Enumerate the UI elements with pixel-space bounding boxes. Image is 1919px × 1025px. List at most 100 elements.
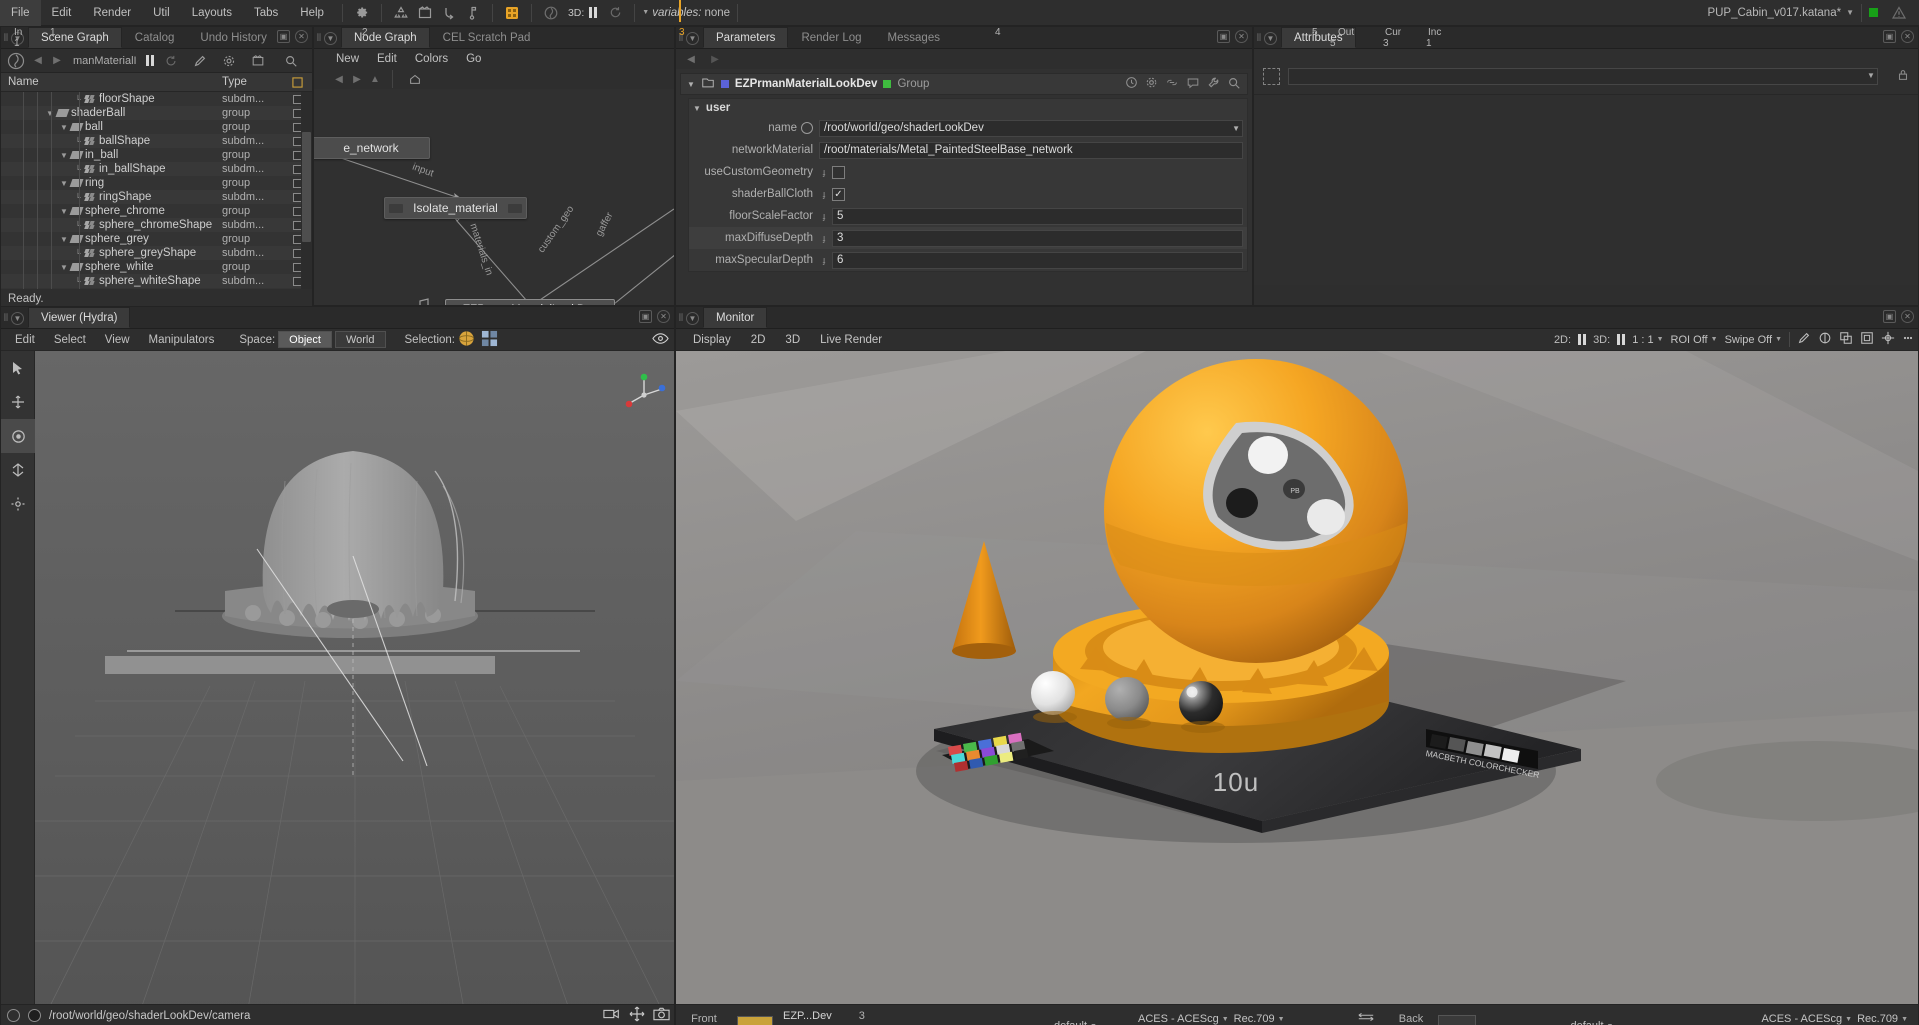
- ng-menu-colors[interactable]: Colors: [407, 49, 456, 69]
- viewer-menu-view[interactable]: View: [97, 334, 138, 346]
- monitor-maximize-icon[interactable]: ▣: [1883, 310, 1896, 323]
- tool-scale-icon[interactable]: [1, 453, 35, 487]
- front-default-dropdown[interactable]: default▼: [1054, 1020, 1097, 1025]
- viewer-grip-icon[interactable]: ⦀: [1, 308, 11, 328]
- viewer-menu-icon[interactable]: ▼: [11, 312, 24, 325]
- viewer-camera-lock-icon[interactable]: [28, 1009, 41, 1022]
- node-isolate-material[interactable]: Isolate_material: [384, 197, 527, 219]
- table-row[interactable]: ▼ sphere_white group: [1, 260, 312, 274]
- timeline-out-value[interactable]: 5: [1330, 38, 1336, 49]
- monitor-2d-pause-icon[interactable]: [1578, 334, 1587, 345]
- revert-icon[interactable]: [801, 122, 813, 134]
- monitor-menu-icon[interactable]: ▼: [686, 312, 699, 325]
- node-output-port[interactable]: [508, 203, 522, 213]
- viewer-camera-path[interactable]: /root/world/geo/shaderLookDev/camera: [49, 1010, 250, 1022]
- viewer-close-icon[interactable]: ✕: [657, 310, 670, 323]
- table-row[interactable]: └ sphere_greyShape subdm...: [1, 246, 312, 260]
- parameters-back-icon[interactable]: ◀: [684, 54, 698, 65]
- nav-back-icon[interactable]: ◀: [31, 55, 45, 66]
- scene-graph-tree[interactable]: └ floorShape subdm... ▼ shaderBall group ▼ ball…: [1, 92, 312, 289]
- tool-select-arrow-icon[interactable]: [1, 351, 35, 385]
- space-object-button[interactable]: Object: [278, 331, 332, 348]
- render-icon[interactable]: [500, 3, 524, 23]
- attributes-search-field[interactable]: [1288, 68, 1878, 85]
- viewer-maximize-icon[interactable]: ▣: [639, 310, 652, 323]
- column-header-name[interactable]: Name: [1, 76, 222, 88]
- scene-graph-search-icon[interactable]: [279, 51, 303, 71]
- ng-menu-new[interactable]: New: [328, 49, 367, 69]
- viewer-menu-edit[interactable]: Edit: [7, 334, 43, 346]
- pause-icon[interactable]: [589, 7, 598, 18]
- viewer-camera-icon[interactable]: [603, 1007, 621, 1024]
- table-row[interactable]: ▼ in_ball group: [1, 148, 312, 162]
- parameter-input[interactable]: /root/world/geo/shaderLookDev ▼: [819, 119, 1243, 137]
- monitor-menu-2d[interactable]: 2D: [742, 334, 775, 346]
- swap-front-back-icon[interactable]: [1357, 1012, 1375, 1025]
- table-row[interactable]: ▼ sphere_chrome group: [1, 204, 312, 218]
- scene-graph-refresh-icon[interactable]: [159, 51, 183, 71]
- table-row[interactable]: └ floorShape subdm...: [1, 92, 312, 106]
- scene-graph-pause-icon[interactable]: [145, 55, 154, 66]
- front-version[interactable]: 3: [859, 1010, 865, 1022]
- scene-graph-flipbook-icon[interactable]: [246, 51, 270, 71]
- parameters-comment-icon[interactable]: [1186, 76, 1200, 93]
- parameters-search-icon[interactable]: [1227, 76, 1241, 93]
- monitor-menu-live-render[interactable]: Live Render: [811, 334, 891, 346]
- monitor-menu-display[interactable]: Display: [684, 334, 740, 346]
- scrollbar-thumb[interactable]: [302, 132, 311, 242]
- parameters-node-header[interactable]: ▼ EZPrmanMaterialLookDev Group: [680, 73, 1248, 95]
- parameter-ramp-icon[interactable]: ɟ: [819, 208, 829, 224]
- parameter-ramp-icon[interactable]: ɟ: [819, 186, 829, 202]
- back-thumbnail[interactable]: [1438, 1015, 1476, 1025]
- front-thumbnail[interactable]: [737, 1016, 773, 1025]
- ng-back-icon[interactable]: ◀: [332, 74, 346, 85]
- tool-translate-icon[interactable]: [1, 385, 35, 419]
- viewer-fit-icon[interactable]: [629, 1006, 645, 1025]
- table-row[interactable]: ▼ shaderBall group: [1, 106, 312, 120]
- selection-grid-icon[interactable]: [481, 330, 498, 350]
- viewer-axis-gizmo[interactable]: [622, 373, 666, 420]
- front-colorspace-in-dropdown[interactable]: ACES - ACEScg ▼: [1138, 1013, 1229, 1025]
- viewer-snapshot-icon[interactable]: [653, 1007, 670, 1024]
- front-colorspace-out-dropdown[interactable]: Rec.709 ▼: [1234, 1013, 1285, 1025]
- viewer-menu-manipulators[interactable]: Manipulators: [141, 334, 223, 346]
- menu-util[interactable]: Util: [142, 0, 181, 26]
- table-row[interactable]: └ sphere_chromeShape subdm...: [1, 218, 312, 232]
- refresh-icon[interactable]: [603, 3, 627, 23]
- space-world-button[interactable]: World: [334, 331, 386, 348]
- gear-icon[interactable]: [350, 3, 374, 23]
- tab-monitor[interactable]: Monitor: [703, 307, 768, 328]
- parameters-time-icon[interactable]: [1125, 76, 1138, 93]
- menu-edit[interactable]: Edit: [41, 0, 83, 26]
- menu-render[interactable]: Render: [82, 0, 142, 26]
- nav-forward-icon[interactable]: ▶: [50, 55, 64, 66]
- tool-pivot-icon[interactable]: [1, 487, 35, 521]
- scene-graph-gear-icon[interactable]: [217, 51, 241, 71]
- table-row[interactable]: ▼ ring group: [1, 176, 312, 190]
- selection-sphere-icon[interactable]: [458, 330, 475, 350]
- parameters-forward-icon[interactable]: ▶: [708, 54, 722, 65]
- parameter-input[interactable]: 6: [832, 251, 1243, 269]
- attributes-dropdown-icon[interactable]: ▼: [1867, 71, 1875, 80]
- monitor-fit-icon[interactable]: [1860, 331, 1874, 348]
- menu-tabs[interactable]: Tabs: [243, 0, 289, 26]
- home-icon[interactable]: [403, 69, 427, 89]
- node-input-port[interactable]: [389, 203, 403, 213]
- viewer-3d-canvas[interactable]: [35, 351, 674, 1025]
- attributes-selection-box[interactable]: [1263, 68, 1280, 85]
- monitor-overflow-icon[interactable]: [1902, 332, 1914, 347]
- parameter-ramp-icon[interactable]: ɟ: [819, 230, 829, 246]
- project-chevron-down-icon[interactable]: ▼: [1846, 8, 1854, 17]
- node-e-network[interactable]: e_network: [314, 137, 430, 159]
- timeline-cur-value[interactable]: 3: [1383, 38, 1389, 49]
- tool-rotate-icon[interactable]: [1, 419, 35, 453]
- timeline-inc-value[interactable]: 1: [1426, 38, 1432, 49]
- column-header-type[interactable]: Type: [222, 76, 282, 88]
- tab-viewer-hydra[interactable]: Viewer (Hydra): [28, 307, 131, 328]
- scene-graph-path[interactable]: manMaterialI: [69, 55, 141, 67]
- live-render-icon[interactable]: [539, 3, 563, 23]
- timeline-bar[interactable]: In Out Cur Inc 1 2 3 4 5 1 5 3 1: [0, 0, 1919, 49]
- parameter-checkbox[interactable]: ✓: [832, 187, 845, 201]
- monitor-layers-icon[interactable]: [1839, 331, 1853, 348]
- ng-forward-icon[interactable]: ▶: [350, 74, 364, 85]
